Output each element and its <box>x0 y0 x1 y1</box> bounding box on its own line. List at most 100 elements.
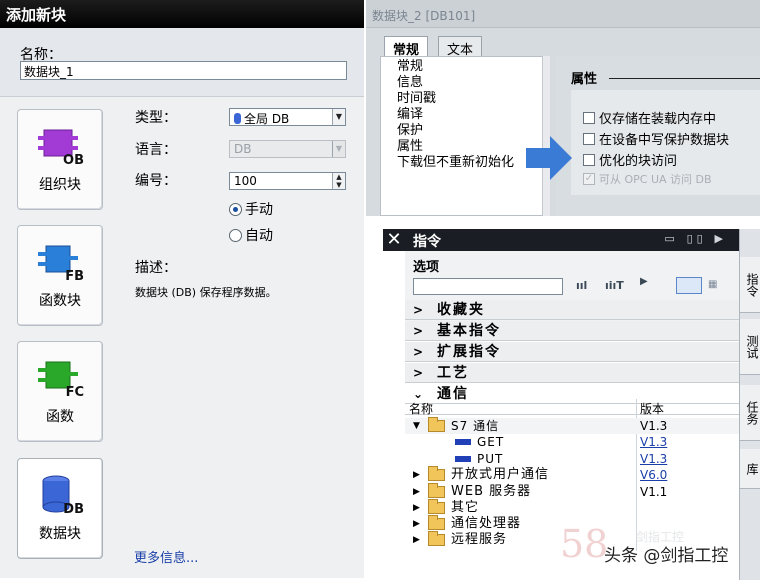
window-controls-icon[interactable]: ▭ ▯▯ ▶ <box>664 232 727 245</box>
tree-row[interactable]: ▼ S7 通信 V1.3 <box>405 417 739 434</box>
chevron-right-icon: > <box>413 303 424 317</box>
db-properties-panel: 数据块_2 [DB101] 常规 文本 常规 信息 时间戳 编译 保护 属性 下… <box>366 0 760 216</box>
options-label: 选项 <box>413 260 440 275</box>
grid-view-icon[interactable]: ▦ <box>708 279 717 290</box>
type-dropdown[interactable]: 全局 DB ▼ <box>229 108 346 126</box>
db-block-icon: DB <box>38 473 84 517</box>
row-name: PUT <box>477 452 504 466</box>
instruction-icon <box>455 439 471 445</box>
description-label: 描述： <box>135 260 177 276</box>
nav-item-general[interactable]: 常规 <box>397 59 423 75</box>
col-name[interactable]: 名称 <box>409 400 433 417</box>
heading-divider <box>609 78 760 79</box>
chk-label: 仅存储在装载内存中 <box>599 112 717 127</box>
tab-general[interactable]: 常规 <box>384 36 429 58</box>
more-info-link[interactable]: 更多信息... <box>134 547 198 566</box>
radio-selected-icon <box>229 202 242 216</box>
chk-optimized-access[interactable]: 优化的块访问 <box>583 150 677 169</box>
fc-tag: FC <box>65 385 84 400</box>
radio-manual-label: 手动 <box>245 202 273 218</box>
instruction-search-input[interactable] <box>413 278 563 295</box>
ob-block-button[interactable]: OB 组织块 <box>17 109 103 210</box>
db-block-button[interactable]: DB 数据块 <box>17 458 103 559</box>
stepper-arrows-icon[interactable]: ▲ ▼ <box>332 173 345 189</box>
filter-icon[interactable]: ııl <box>576 279 587 292</box>
number-value: 100 <box>234 174 257 188</box>
section-technology[interactable]: > 工艺 <box>405 363 739 383</box>
section-extended[interactable]: > 扩展指令 <box>405 342 739 362</box>
language-value: DB <box>234 142 252 156</box>
expand-right-icon[interactable]: ▶ <box>413 500 420 516</box>
row-name: WEB 服务器 <box>451 484 532 499</box>
side-tab-instructions[interactable]: 指令 <box>740 257 760 313</box>
folder-icon <box>428 483 445 498</box>
number-stepper[interactable]: 100 ▲ ▼ <box>229 172 346 190</box>
row-version[interactable]: V1.3 <box>640 434 667 450</box>
row-name: 其它 <box>451 500 480 515</box>
side-tab-tasks[interactable]: 任务 <box>740 385 760 441</box>
expand-right-icon[interactable]: ▶ <box>413 467 420 483</box>
fc-block-icon: FC <box>38 356 84 400</box>
row-name: 开放式用户通信 <box>451 467 550 482</box>
chk-write-protect[interactable]: 在设备中写保护数据块 <box>583 129 729 148</box>
column-header: 名称 版本 <box>405 399 739 417</box>
section-label: 扩展指令 <box>437 344 501 360</box>
fc-block-button[interactable]: FC 函数 <box>17 341 103 442</box>
watermark: 58 <box>560 522 609 566</box>
folder-icon <box>428 515 445 530</box>
tree-row[interactable]: ▶ 开放式用户通信 V6.0 <box>405 466 739 483</box>
tree-row[interactable]: ▶ 其它 <box>405 499 739 516</box>
list-view-icon[interactable] <box>676 277 702 294</box>
radio-manual[interactable]: 手动 <box>229 199 273 219</box>
nav-item-info[interactable]: 信息 <box>397 75 423 91</box>
checkbox-icon <box>583 111 595 124</box>
nav-item-compile[interactable]: 编译 <box>397 107 423 123</box>
tree-row[interactable]: PUT V1.3 <box>405 451 739 467</box>
tree-row[interactable]: GET V1.3 <box>405 434 739 450</box>
chevron-down-icon: ▼ <box>332 141 345 157</box>
ob-block-icon: OB <box>38 124 84 168</box>
tab-text[interactable]: 文本 <box>438 36 483 58</box>
block-name-input[interactable]: 数据块_1 <box>20 61 347 80</box>
section-label: 工艺 <box>437 365 469 381</box>
radio-empty-icon <box>229 228 242 242</box>
expand-right-icon[interactable]: ▶ <box>413 532 420 548</box>
side-tab-library[interactable]: 库 <box>740 449 760 489</box>
expand-right-icon[interactable]: ▶ <box>413 516 420 532</box>
fb-block-icon: FB <box>38 240 84 284</box>
chk-label: 优化的块访问 <box>599 154 678 169</box>
section-basic[interactable]: > 基本指令 <box>405 321 739 341</box>
attributes-heading: 属性 <box>571 72 598 87</box>
play-icon[interactable]: ▶ <box>640 276 648 287</box>
radio-auto[interactable]: 自动 <box>229 225 273 245</box>
dialog-body: OB 组织块 FB 函数块 FC 函数 DB 数据块 <box>0 96 364 578</box>
folder-icon <box>428 466 445 481</box>
fb-block-button[interactable]: FB 函数块 <box>17 225 103 326</box>
section-favorites[interactable]: > 收藏夹 <box>405 300 739 320</box>
expand-down-icon[interactable]: ▼ <box>413 418 420 434</box>
chk-load-memory-only[interactable]: 仅存储在装载内存中 <box>583 108 716 127</box>
expand-right-icon[interactable]: ▶ <box>413 484 420 500</box>
col-version[interactable]: 版本 <box>640 400 664 417</box>
radio-auto-label: 自动 <box>245 228 273 244</box>
instruction-icon <box>455 456 471 462</box>
nav-item-attributes[interactable]: 属性 <box>397 139 423 155</box>
fc-block-label: 函数 <box>46 409 74 425</box>
ob-tag: OB <box>63 153 84 168</box>
ob-block-label: 组织块 <box>39 177 81 193</box>
nav-item-protection[interactable]: 保护 <box>397 123 423 139</box>
row-version[interactable]: V1.3 <box>640 451 667 467</box>
row-version: V1.1 <box>640 485 668 499</box>
chevron-down-icon[interactable]: ▼ <box>332 109 345 125</box>
nav-item-timestamp[interactable]: 时间戳 <box>397 91 436 107</box>
chevron-right-icon: > <box>413 345 424 359</box>
nav-item-download[interactable]: 下载但不重新初始化 <box>397 155 514 171</box>
collapse-icon[interactable]: ✕ <box>383 229 405 251</box>
row-name: GET <box>477 435 505 449</box>
row-version[interactable]: V6.0 <box>640 467 667 483</box>
chk-opc-ua: ✓ 可从 OPC UA 访问 DB <box>583 171 712 187</box>
side-tab-test[interactable]: 测试 <box>740 319 760 375</box>
number-label: 编号： <box>135 173 177 189</box>
filter-alt-icon[interactable]: ıiıT <box>605 279 624 292</box>
tree-row[interactable]: ▶ WEB 服务器 V1.1 <box>405 483 739 500</box>
